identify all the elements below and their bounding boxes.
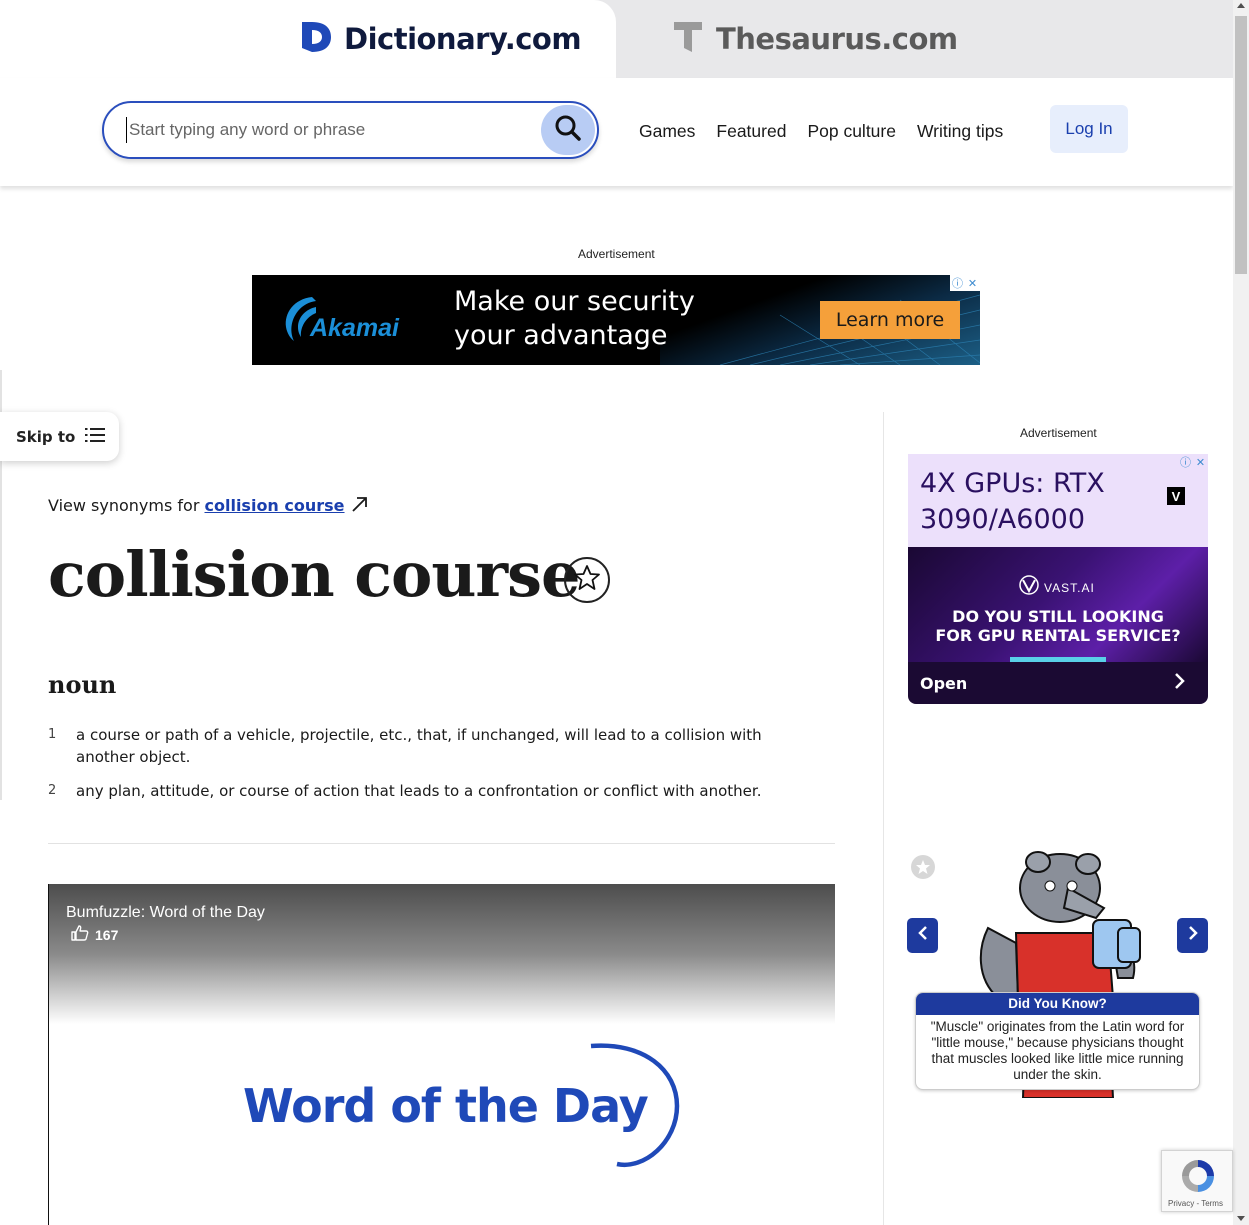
right-ad-question-line2: FOR GPU RENTAL SERVICE? xyxy=(935,626,1181,645)
did-you-know-title: Did You Know? xyxy=(916,993,1199,1015)
synonyms-prefix: View synonyms for xyxy=(48,496,200,515)
definition-text: a course or path of a vehicle, projectil… xyxy=(76,726,762,766)
ad-choices[interactable]: ⓘ ✕ xyxy=(950,275,980,291)
right-ad-choices[interactable]: ⓘ ✕ xyxy=(1178,454,1208,470)
vast-v-icon xyxy=(1018,575,1040,600)
dictionary-logo-icon xyxy=(300,20,332,59)
top-ad-headline-line2: your advantage xyxy=(454,320,668,351)
thesaurus-logo-icon xyxy=(672,20,704,59)
login-button[interactable]: Log In xyxy=(1050,105,1128,153)
right-ad-open-label: Open xyxy=(920,673,968,693)
ad-close-icon[interactable]: ✕ xyxy=(1193,454,1208,470)
synonyms-link[interactable]: collision course xyxy=(205,496,345,515)
right-ad-banner[interactable]: 4X GPUs: RTX 3090/A6000 V ⓘ ✕ VAST.AI DO… xyxy=(908,454,1208,704)
learn-more-button[interactable]: Learn more xyxy=(820,301,960,339)
headword: collision course xyxy=(48,538,580,611)
vast-logo-icon: V xyxy=(1167,487,1185,505)
right-ad-question-line1: DO YOU STILL LOOKING xyxy=(952,607,1164,626)
carousel-prev-button[interactable] xyxy=(907,918,938,953)
view-synonyms: View synonyms for collision course xyxy=(48,495,368,515)
akamai-brand-text: Akamai xyxy=(310,314,399,342)
search-button[interactable] xyxy=(541,105,595,155)
video-likes[interactable]: 167 xyxy=(71,925,118,944)
vast-brand: VAST.AI xyxy=(1044,581,1095,595)
video-title[interactable]: Bumfuzzle: Word of the Day xyxy=(66,904,265,922)
word-of-the-day-title: Word of the Day xyxy=(243,1079,649,1133)
favorite-button[interactable] xyxy=(564,557,610,603)
definition-item: 1 a course or path of a vehicle, project… xyxy=(48,724,818,768)
search-input[interactable] xyxy=(126,117,526,143)
ad-close-icon[interactable]: ✕ xyxy=(965,275,980,291)
nav-writing-tips[interactable]: Writing tips xyxy=(917,121,1003,142)
recaptcha-badge[interactable]: Privacy - Terms xyxy=(1161,1150,1233,1212)
section-divider xyxy=(48,843,835,844)
widget-badge-icon[interactable] xyxy=(911,855,935,879)
video-player[interactable]: Bumfuzzle: Word of the Day 167 Word of t… xyxy=(48,884,835,1225)
definitions-list: 1 a course or path of a vehicle, project… xyxy=(48,724,818,814)
tab-dictionary[interactable]: Dictionary.com xyxy=(0,0,616,78)
did-you-know-text: "Muscle" originates from the Latin word … xyxy=(930,1019,1185,1082)
top-ad-banner[interactable]: Akamai Make our security your advantage … xyxy=(252,275,980,365)
nav-games[interactable]: Games xyxy=(639,121,695,142)
scroll-thumb[interactable] xyxy=(1235,16,1247,274)
list-icon xyxy=(85,427,106,447)
search-box xyxy=(102,101,599,159)
right-ad-question: DO YOU STILL LOOKING FOR GPU RENTAL SERV… xyxy=(908,607,1208,645)
skip-to-button[interactable]: Skip to xyxy=(0,412,119,461)
top-ad-headline-line1: Make our security xyxy=(454,286,695,317)
page: Dictionary.com Thesaurus.com Start typin… xyxy=(0,0,1249,1225)
dictionary-brand: Dictionary.com xyxy=(344,22,582,56)
definition-number: 1 xyxy=(48,727,57,742)
right-ad-graphic: VAST.AI DO YOU STILL LOOKING FOR GPU REN… xyxy=(908,547,1208,663)
star-icon xyxy=(572,563,602,598)
akamai-logo: Akamai xyxy=(282,293,399,348)
site-tabs: Dictionary.com Thesaurus.com xyxy=(0,0,1233,78)
chevron-left-icon xyxy=(917,925,929,946)
thesaurus-brand: Thesaurus.com xyxy=(716,22,958,56)
search-icon xyxy=(554,114,582,147)
tab-thesaurus[interactable]: Thesaurus.com xyxy=(672,0,958,78)
main-nav: Games Featured Pop culture Writing tips xyxy=(639,121,1024,142)
nav-featured[interactable]: Featured xyxy=(716,121,786,142)
right-ad-label: Advertisement xyxy=(1020,426,1097,440)
carousel-next-button[interactable] xyxy=(1177,918,1208,953)
chevron-right-icon xyxy=(1174,672,1186,694)
ad-info-icon[interactable]: ⓘ xyxy=(950,275,965,291)
scroll-down-arrow-icon[interactable] xyxy=(1237,1216,1245,1221)
page-scrollbar[interactable] xyxy=(1233,0,1249,1225)
ad-info-icon[interactable]: ⓘ xyxy=(1178,454,1193,470)
top-ad-label: Advertisement xyxy=(578,247,655,261)
thumbs-up-icon xyxy=(71,925,95,944)
recaptcha-links[interactable]: Privacy - Terms xyxy=(1168,1199,1223,1208)
right-ad-headline-line2: 3090/A6000 xyxy=(920,504,1085,535)
video-likes-count: 167 xyxy=(95,926,119,943)
header: Games Featured Pop culture Writing tips … xyxy=(0,78,1233,186)
right-ad-headline: 4X GPUs: RTX 3090/A6000 xyxy=(920,466,1105,538)
right-ad-open-bar[interactable]: Open xyxy=(908,662,1208,704)
right-ad-top: 4X GPUs: RTX 3090/A6000 V ⓘ ✕ xyxy=(908,454,1208,547)
column-divider xyxy=(883,412,884,1225)
did-you-know-card[interactable]: Did You Know? "Muscle" originates from t… xyxy=(915,992,1200,1090)
wotd-arc-icon xyxy=(589,1042,689,1175)
external-arrow-icon[interactable] xyxy=(350,496,368,515)
top-ad-headline: Make our security your advantage xyxy=(454,285,695,353)
skip-to-label: Skip to xyxy=(16,427,76,446)
right-ad-headline-line1: 4X GPUs: RTX xyxy=(920,468,1105,499)
scroll-up-arrow-icon[interactable] xyxy=(1237,3,1245,8)
part-of-speech: noun xyxy=(48,670,117,699)
definition-number: 2 xyxy=(48,783,57,798)
nav-pop-culture[interactable]: Pop culture xyxy=(807,121,896,142)
definition-text: any plan, attitude, or course of action … xyxy=(76,782,762,800)
recaptcha-icon xyxy=(1179,1157,1217,1200)
definition-item: 2 any plan, attitude, or course of actio… xyxy=(48,780,818,802)
chevron-right-icon xyxy=(1187,925,1199,946)
